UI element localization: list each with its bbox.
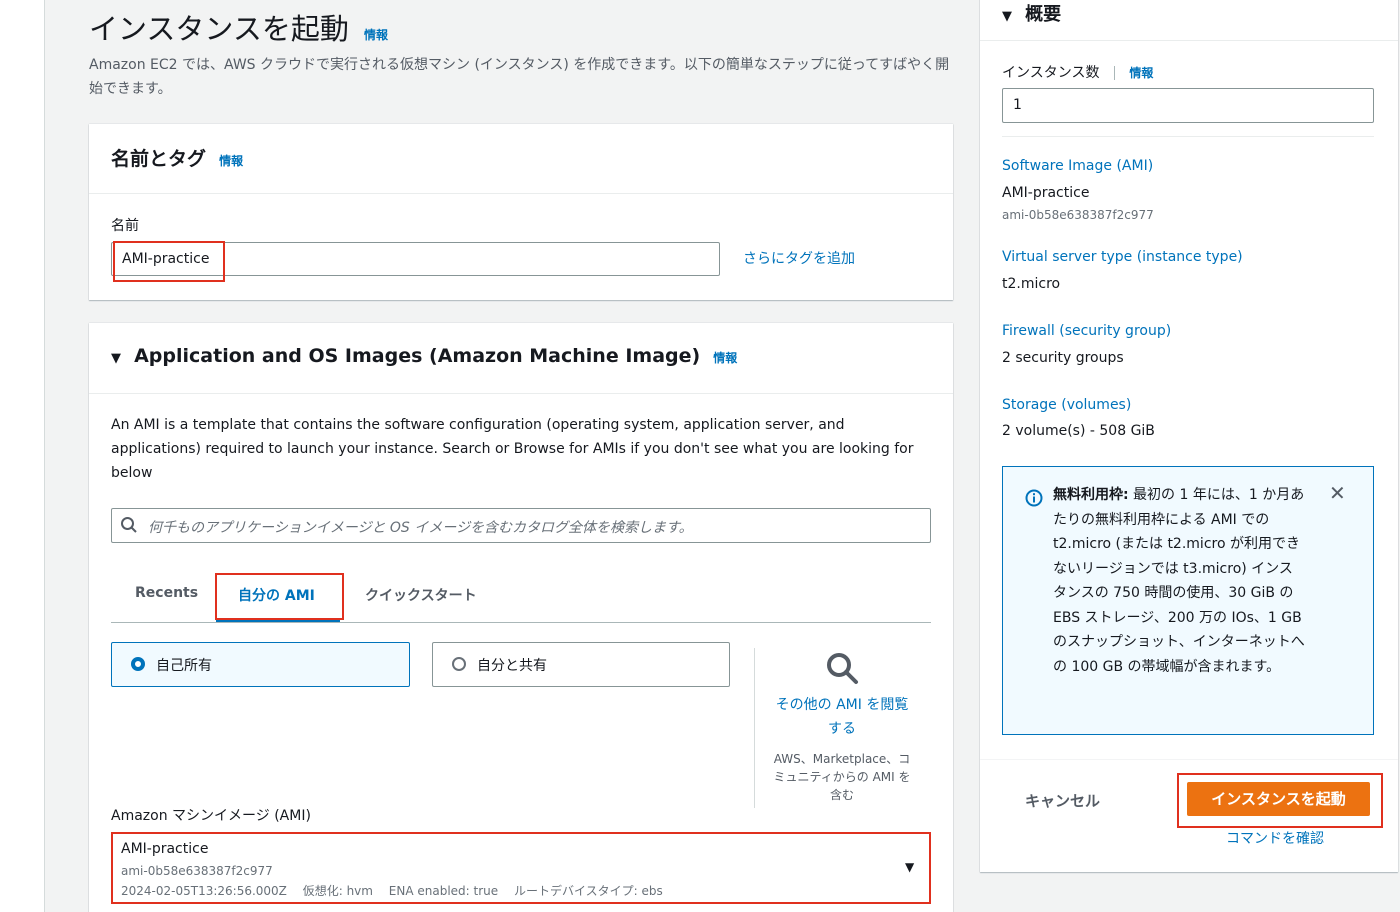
tab-quick-start[interactable]: クイックスタート xyxy=(365,585,477,605)
summary-caret-icon[interactable]: ▼ xyxy=(1002,9,1012,24)
radio-selected-icon xyxy=(131,657,145,671)
ami-panel: ▼ Application and OS Images (Amazon Mach… xyxy=(89,323,953,912)
free-tier-alert: 無料利用枠: 最初の 1 年には、1 か月あたりの無料利用枠による AMI での… xyxy=(1002,466,1374,735)
ami-header: ▼ Application and OS Images (Amazon Mach… xyxy=(89,323,953,394)
summary-divider xyxy=(1002,136,1374,137)
info-circle-icon xyxy=(1025,489,1043,511)
instance-count-value: 1 xyxy=(1013,97,1022,113)
ami-select-id: ami-0b58e638387f2c977 xyxy=(121,864,273,878)
browse-divider xyxy=(754,648,755,808)
ami-select-meta: 2024-02-05T13:26:56.000Z 仮想化: hvm ENA en… xyxy=(121,884,663,898)
launch-instance-button[interactable]: インスタンスを起動 xyxy=(1187,782,1370,816)
name-highlight-box xyxy=(113,241,225,282)
tab-highlight-box xyxy=(215,573,344,620)
instance-count-info-link[interactable]: 情報 xyxy=(1129,66,1153,80)
instance-type-link[interactable]: Virtual server type (instance type) xyxy=(1002,249,1243,265)
info-separator xyxy=(1113,66,1115,80)
instance-count-text: インスタンス数 xyxy=(1002,65,1100,81)
software-image-value: AMI-practice xyxy=(1002,185,1090,201)
summary-panel: ▼ 概要 インスタンス数 情報 1 Software Image (AMI) A… xyxy=(980,0,1398,760)
search-icon xyxy=(120,516,138,538)
summary-header: ▼ 概要 xyxy=(980,0,1398,41)
title-info-link[interactable]: 情報 xyxy=(364,28,388,42)
ami-select-label: Amazon マシンイメージ (AMI) xyxy=(111,808,311,824)
software-image-id: ami-0b58e638387f2c977 xyxy=(1002,208,1154,222)
cancel-button[interactable]: キャンセル xyxy=(1025,790,1100,811)
dropdown-caret-icon: ▼ xyxy=(905,860,915,874)
page-title: インスタンスを起動 xyxy=(89,12,349,46)
free-tier-text: 無料利用枠: 最初の 1 年には、1 か月あたりの無料利用枠による AMI での… xyxy=(1053,483,1305,679)
name-label: 名前 xyxy=(111,218,139,234)
ami-description: An AMI is a template that contains the s… xyxy=(111,417,914,481)
instance-count-label: インスタンス数 情報 xyxy=(1002,62,1153,82)
summary-title: 概要 xyxy=(1025,4,1062,25)
firewall-value: 2 security groups xyxy=(1002,350,1124,366)
left-nav-rail xyxy=(0,0,45,912)
summary-actions: キャンセル インスタンスを起動 コマンドを確認 xyxy=(980,760,1398,872)
close-icon[interactable]: ✕ xyxy=(1329,481,1346,505)
software-image-link[interactable]: Software Image (AMI) xyxy=(1002,158,1153,174)
firewall-link[interactable]: Firewall (security group) xyxy=(1002,323,1171,339)
ami-info-link[interactable]: 情報 xyxy=(713,351,737,365)
free-tier-bold: 無料利用枠: xyxy=(1053,487,1129,503)
name-tags-info-link[interactable]: 情報 xyxy=(219,154,243,168)
search-placeholder: 何千ものアプリケーションイメージと OS イメージを含むカタログ全体を検索します… xyxy=(148,520,693,536)
instance-count-input[interactable]: 1 xyxy=(1002,88,1374,123)
page-description: Amazon EC2 では、AWS クラウドで実行される仮想マシン (インスタン… xyxy=(89,57,950,97)
browse-more-sub: AWS、Marketplace、コミュニティからの AMI を含む xyxy=(773,752,911,802)
name-tags-header: 名前とタグ 情報 xyxy=(89,124,953,194)
storage-value: 2 volume(s) - 508 GiB xyxy=(1002,423,1155,439)
radio-owned-label: 自己所有 xyxy=(156,658,212,674)
ami-search-input[interactable]: 何千ものアプリケーションイメージと OS イメージを含むカタログ全体を検索します… xyxy=(111,508,931,543)
ami-title: Application and OS Images (Amazon Machin… xyxy=(134,345,701,367)
name-tags-panel: 名前とタグ 情報 名前 AMI-practice さらにタグを追加 xyxy=(89,124,953,300)
radio-shared-label: 自分と共有 xyxy=(477,658,547,674)
ami-select[interactable]: AMI-practice ami-0b58e638387f2c977 2024-… xyxy=(111,832,931,904)
review-commands-link[interactable]: コマンドを確認 xyxy=(1226,828,1324,848)
radio-unselected-icon xyxy=(452,657,466,671)
page-header: インスタンスを起動 情報 xyxy=(89,6,959,46)
browse-more-ami-link[interactable]: その他の AMI を閲覧する xyxy=(772,693,912,741)
instance-type-value: t2.micro xyxy=(1002,276,1061,292)
name-tags-title: 名前とタグ xyxy=(111,148,207,170)
tab-recents[interactable]: Recents xyxy=(135,585,198,601)
radio-card-owned[interactable]: 自己所有 xyxy=(111,642,410,687)
add-tags-link[interactable]: さらにタグを追加 xyxy=(743,248,855,268)
ami-select-name: AMI-practice xyxy=(121,841,209,857)
free-tier-body: 最初の 1 年には、1 か月あたりの無料利用枠による AMI での t2.mic… xyxy=(1053,487,1305,675)
radio-card-shared[interactable]: 自分と共有 xyxy=(432,642,730,687)
magnifier-icon[interactable] xyxy=(825,651,859,689)
storage-link[interactable]: Storage (volumes) xyxy=(1002,397,1131,413)
collapse-caret-icon[interactable]: ▼ xyxy=(111,351,121,366)
